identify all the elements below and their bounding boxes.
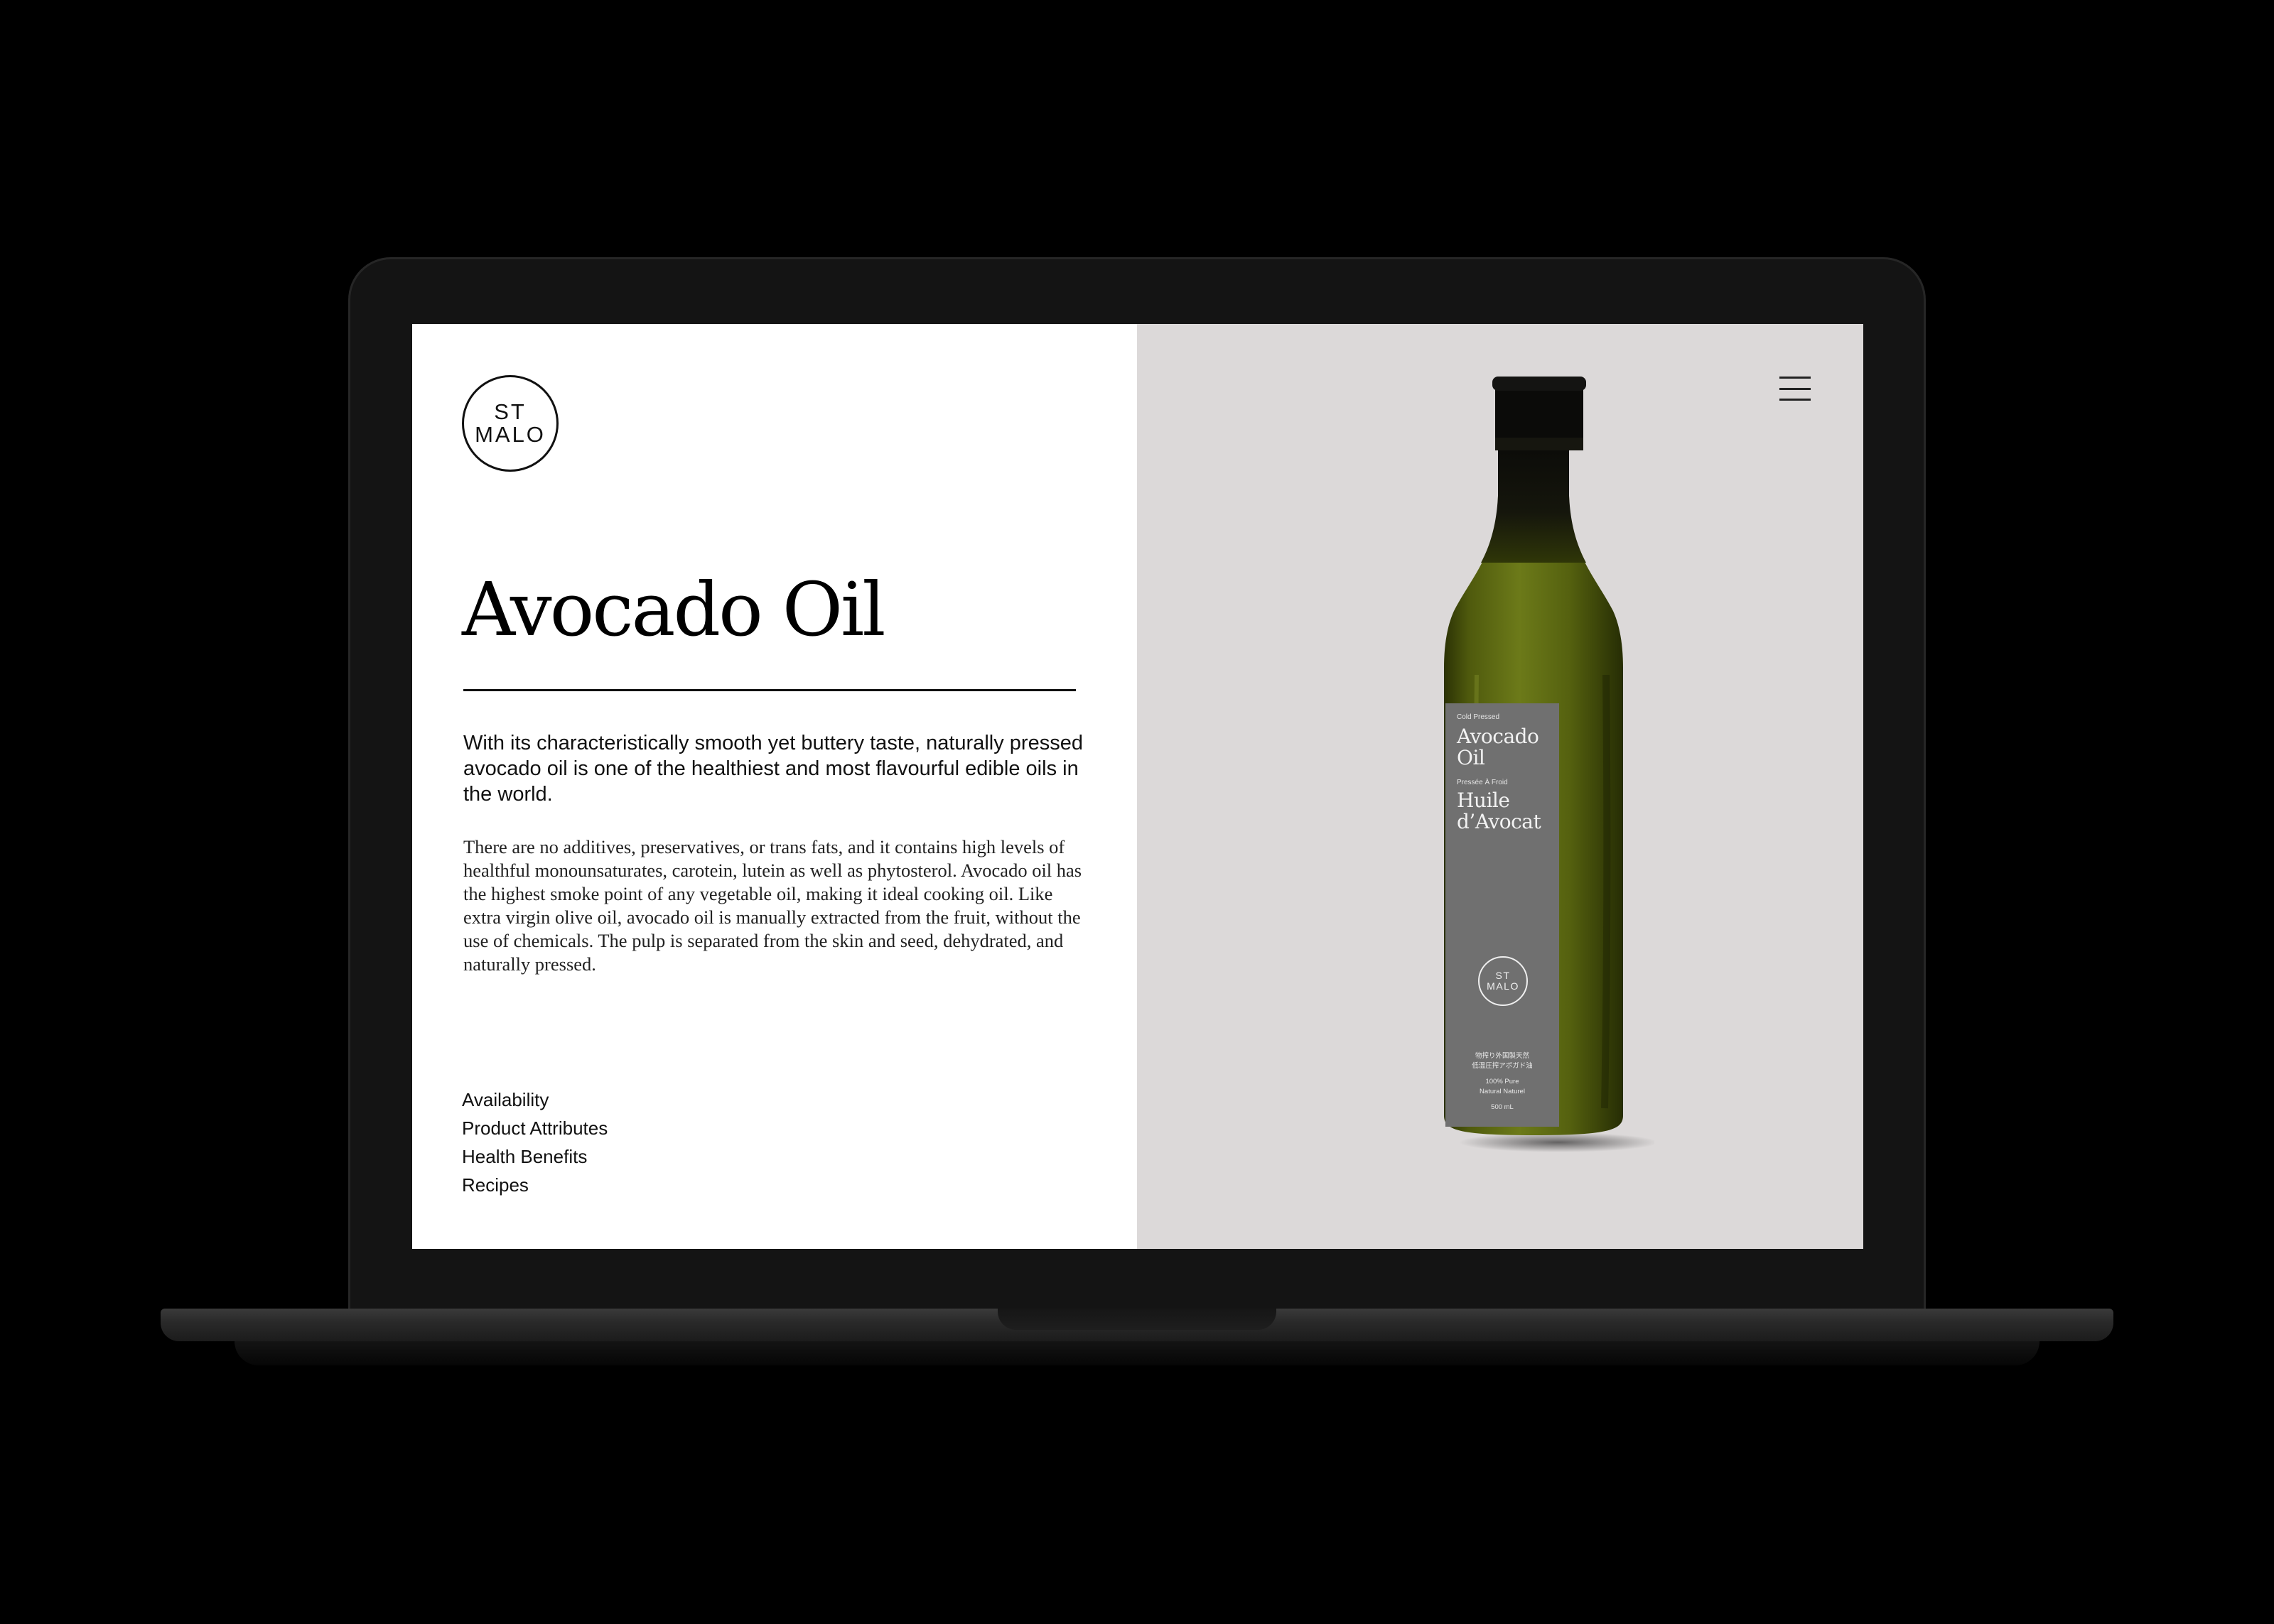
bottle-label: Cold Pressed Avocado Oil Pressée À Froid…: [1445, 703, 1559, 1127]
label-logo-line-2: MALO: [1487, 980, 1519, 992]
intro-paragraph: With its characteristically smooth yet b…: [463, 732, 1083, 806]
nav-link-recipes[interactable]: Recipes: [462, 1171, 608, 1199]
label-purity-line-2: Natural Naturel: [1480, 1088, 1525, 1095]
label-logo-line-1: ST: [1495, 970, 1511, 981]
hamburger-bar: [1779, 377, 1811, 379]
nav-link-product-attributes[interactable]: Product Attributes: [462, 1114, 608, 1142]
hamburger-menu-icon[interactable]: [1779, 377, 1811, 401]
label-volume: 500 mL: [1491, 1103, 1514, 1111]
section-nav: Availability Product Attributes Health B…: [462, 1086, 608, 1199]
laptop-notch: [998, 1309, 1276, 1330]
label-product-name-fr: Huile d’Avocat: [1457, 789, 1541, 833]
hamburger-bar: [1779, 399, 1811, 401]
laptop-base-shadow: [235, 1341, 2039, 1365]
label-presse: Pressée À Froid: [1457, 779, 1508, 786]
nav-link-health-benefits[interactable]: Health Benefits: [462, 1142, 608, 1171]
title-divider: [463, 689, 1076, 691]
logo-line-2: MALO: [475, 422, 546, 447]
laptop-screen: ST MALO Avocado Oil With its characteris…: [412, 324, 1863, 1249]
description-paragraph: There are no additives, preservatives, o…: [463, 836, 1082, 975]
label-jp-line-1: 物搾り外国製天然: [1475, 1052, 1529, 1060]
nav-link-availability[interactable]: Availability: [462, 1086, 608, 1114]
label-purity-line-1: 100% Pure: [1485, 1078, 1519, 1086]
label-jp-line-2: 低温圧搾アボガド油: [1472, 1062, 1533, 1070]
laptop-mockup-scene: ST MALO Avocado Oil With its characteris…: [0, 0, 2274, 1624]
label-logo: ST MALO: [1478, 956, 1528, 1006]
label-cold-pressed: Cold Pressed: [1457, 713, 1500, 721]
page-title: Avocado Oil: [462, 566, 886, 653]
product-image-panel: Cold Pressed Avocado Oil Pressée À Froid…: [1137, 324, 1863, 1249]
logo-line-1: ST: [494, 399, 527, 424]
label-footer: 物搾り外国製天然 低温圧搾アボガド油 100% Pure Natural Nat…: [1445, 1051, 1559, 1113]
content-panel: ST MALO Avocado Oil With its characteris…: [412, 324, 1137, 1249]
hamburger-bar: [1779, 387, 1811, 390]
st-malo-logo[interactable]: ST MALO: [462, 375, 559, 472]
label-product-name-en: Avocado Oil: [1457, 725, 1539, 769]
